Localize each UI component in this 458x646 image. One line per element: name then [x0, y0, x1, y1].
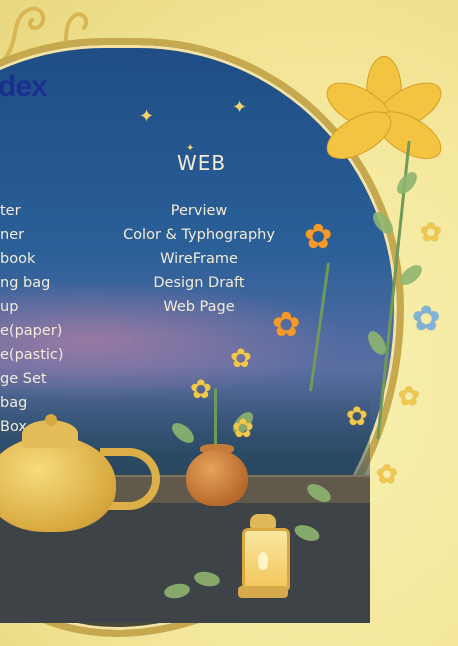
- menu-item[interactable]: ng bag: [0, 271, 64, 295]
- menu-item-preview[interactable]: Perview: [104, 199, 294, 223]
- leaf: [393, 168, 421, 198]
- lantern-icon: [238, 514, 290, 598]
- menu-item[interactable]: e(pastic): [0, 343, 64, 367]
- menu-item[interactable]: book: [0, 247, 64, 271]
- orange-flower-icon: ✿: [272, 305, 301, 345]
- teapot-knob: [45, 414, 57, 426]
- yellow-flower-icon: ✿: [420, 218, 442, 248]
- sparkle-star-icon: ✦: [232, 97, 248, 118]
- menu-item[interactable]: ge Set: [0, 367, 64, 391]
- menu-item-design-draft[interactable]: Design Draft: [104, 271, 294, 295]
- menu-item[interactable]: up: [0, 295, 64, 319]
- menu-item[interactable]: bag: [0, 391, 64, 415]
- illustrated-index-page: ✦ ✦ ✦ dex X ter ner book ng bag up e(pap…: [0, 0, 458, 646]
- flower-pot-icon: [186, 450, 248, 506]
- menu-item[interactable]: ner: [0, 223, 64, 247]
- flower-stem: [214, 388, 217, 448]
- sparkle-star-icon: ✦: [139, 106, 155, 127]
- menu-item-color-typography[interactable]: Color & Typhography: [104, 223, 294, 247]
- yellow-flower-icon: ✿: [346, 402, 368, 432]
- yellow-flower-icon: ✿: [232, 414, 254, 444]
- yellow-flower-icon: ✿: [398, 382, 420, 412]
- column-heading-web: WEB: [177, 151, 227, 175]
- orange-flower-icon: ✿: [304, 217, 333, 257]
- menu-item-web-page[interactable]: Web Page: [104, 295, 294, 319]
- menu-list-left: ter ner book ng bag up e(paper) e(pastic…: [0, 199, 64, 439]
- blue-flower-icon: ✿: [412, 299, 441, 339]
- page-title: dex: [0, 70, 48, 103]
- menu-item-wireframe[interactable]: WireFrame: [104, 247, 294, 271]
- yellow-lily-icon: [318, 36, 450, 169]
- yellow-flower-icon: ✿: [230, 344, 252, 374]
- menu-item[interactable]: e(paper): [0, 319, 64, 343]
- yellow-flower-icon: ✿: [376, 460, 398, 490]
- menu-item[interactable]: ter: [0, 199, 64, 223]
- teapot-icon: [0, 436, 116, 532]
- menu-list-web: Perview Color & Typhography WireFrame De…: [104, 199, 294, 319]
- yellow-flower-icon: ✿: [190, 375, 212, 405]
